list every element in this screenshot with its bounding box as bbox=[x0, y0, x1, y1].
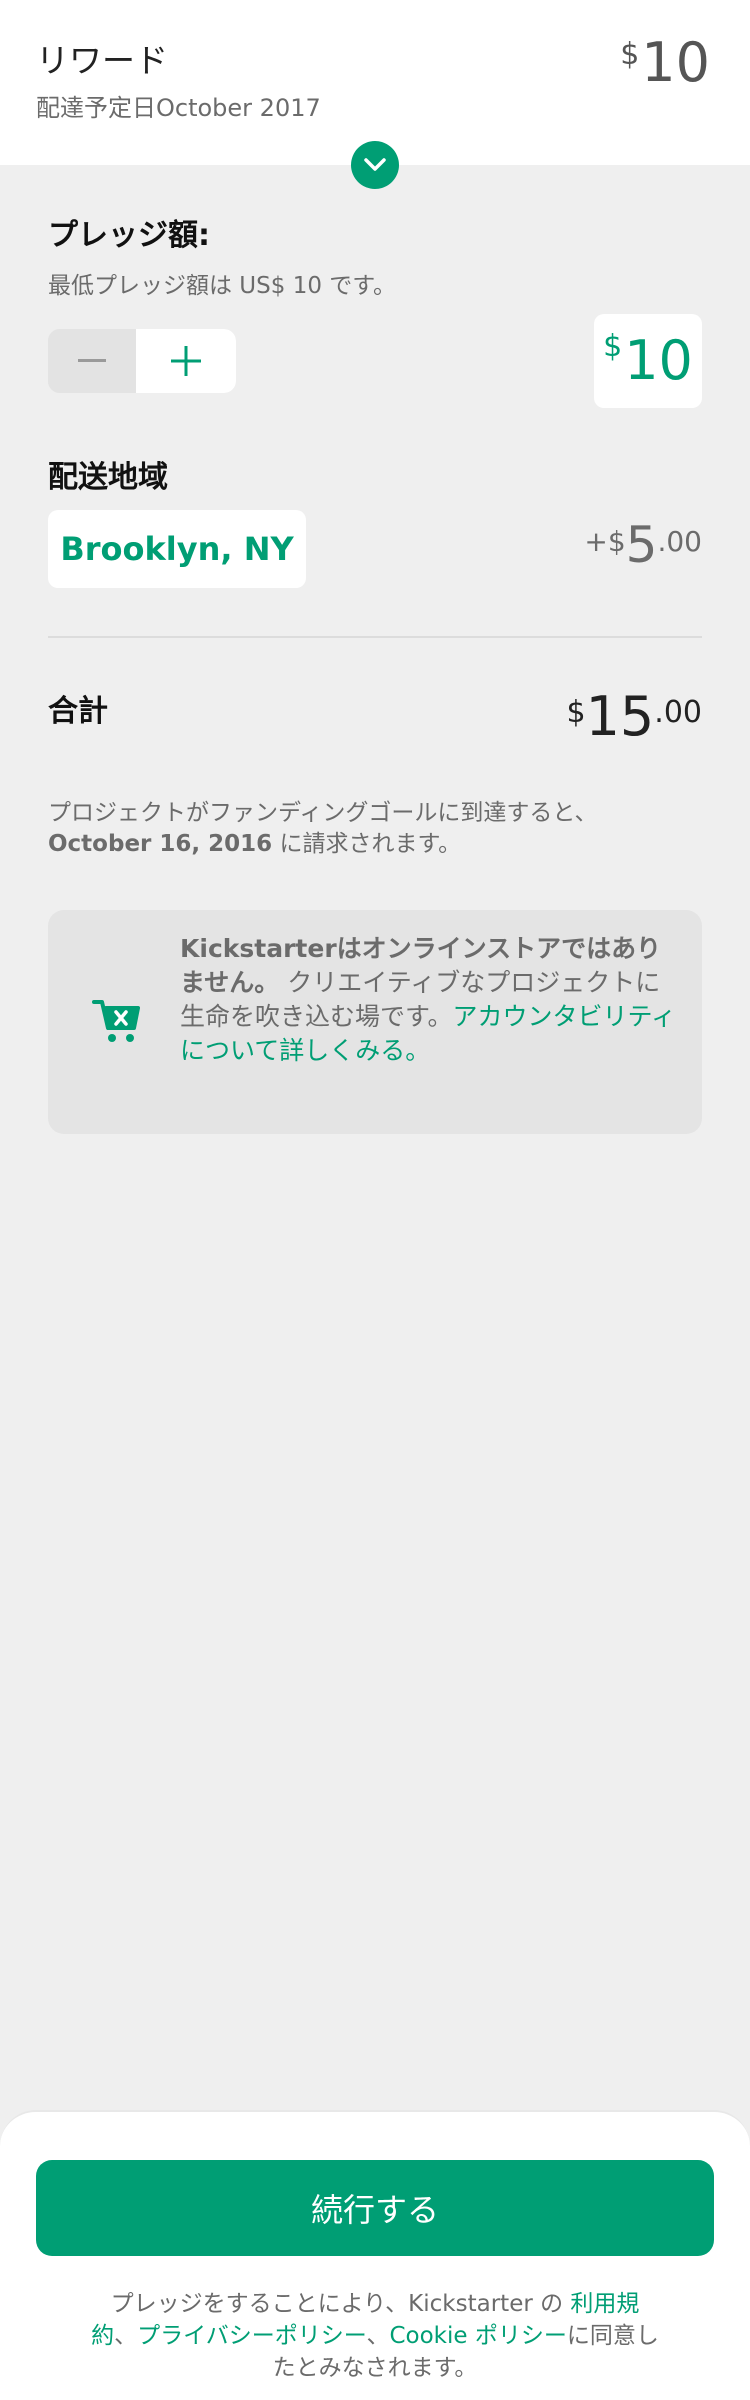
decrement-button[interactable] bbox=[48, 329, 136, 393]
collapse-toggle-button[interactable] bbox=[351, 141, 399, 189]
pledge-amount-symbol: $ bbox=[603, 329, 623, 364]
shipping-price: +$ 5 .00 bbox=[584, 520, 702, 570]
reward-price-symbol: $ bbox=[620, 37, 640, 72]
cookie-link[interactable]: Cookie ポリシー bbox=[389, 2323, 566, 2349]
charge-notice-line1: プロジェクトがファンディングゴールに到達すると、 bbox=[48, 800, 598, 826]
shipping-price-whole: 5 bbox=[625, 516, 658, 574]
minus-icon bbox=[78, 359, 106, 362]
plus-icon bbox=[171, 346, 201, 376]
legal-text: プレッジをすることにより、Kickstarter の 利用規約、プライバシーポリ… bbox=[90, 2288, 660, 2384]
legal-separator-2: 、 bbox=[366, 2323, 390, 2349]
charge-date: October 16, 2016 bbox=[48, 831, 273, 857]
privacy-link[interactable]: プライバシーポリシー bbox=[137, 2323, 366, 2349]
shipping-location-label: 配送地域 bbox=[48, 460, 168, 495]
cart-x-icon bbox=[92, 1000, 140, 1042]
chevron-down-icon bbox=[364, 158, 386, 171]
total-price-whole: 15 bbox=[585, 685, 655, 748]
legal-separator-1: 、 bbox=[114, 2323, 138, 2349]
continue-button[interactable]: 続行する bbox=[36, 2160, 714, 2256]
legal-prefix: プレッジをすることにより、Kickstarter の bbox=[110, 2291, 571, 2317]
reward-price: $10 bbox=[620, 36, 710, 90]
shipping-location-button[interactable]: Brooklyn, NY bbox=[48, 510, 306, 588]
reward-price-amount: 10 bbox=[641, 31, 710, 94]
accountability-notice: Kickstarterはオンラインストアではありません。 クリエイティブなプロジ… bbox=[48, 910, 702, 1134]
total-price-decimal: .00 bbox=[654, 695, 702, 730]
charge-date-notice: プロジェクトがファンディングゴールに到達すると、 October 16, 201… bbox=[48, 798, 698, 860]
pledge-amount-value: 10 bbox=[624, 329, 693, 392]
reward-title: リワード bbox=[36, 41, 168, 80]
delivery-date: 配達予定日October 2017 bbox=[36, 94, 321, 122]
total-price-symbol: $ bbox=[566, 695, 586, 730]
total-label: 合計 bbox=[48, 694, 108, 729]
section-divider bbox=[48, 636, 702, 638]
pledge-amount-label: プレッジ額: bbox=[48, 218, 210, 253]
notice-text: Kickstarterはオンラインストアではありません。 クリエイティブなプロジ… bbox=[180, 932, 680, 1068]
total-price: $ 15 .00 bbox=[566, 690, 702, 744]
pledge-stepper[interactable] bbox=[48, 329, 236, 393]
pledge-amount-input[interactable]: $10 bbox=[594, 314, 702, 408]
increment-button[interactable] bbox=[136, 329, 236, 393]
shipping-price-decimal: .00 bbox=[657, 525, 702, 558]
shipping-price-prefix: +$ bbox=[584, 525, 626, 558]
charge-notice-line2: に請求されます。 bbox=[272, 831, 462, 857]
pledge-minimum-text: 最低プレッジ額は US$ 10 です。 bbox=[48, 273, 396, 299]
